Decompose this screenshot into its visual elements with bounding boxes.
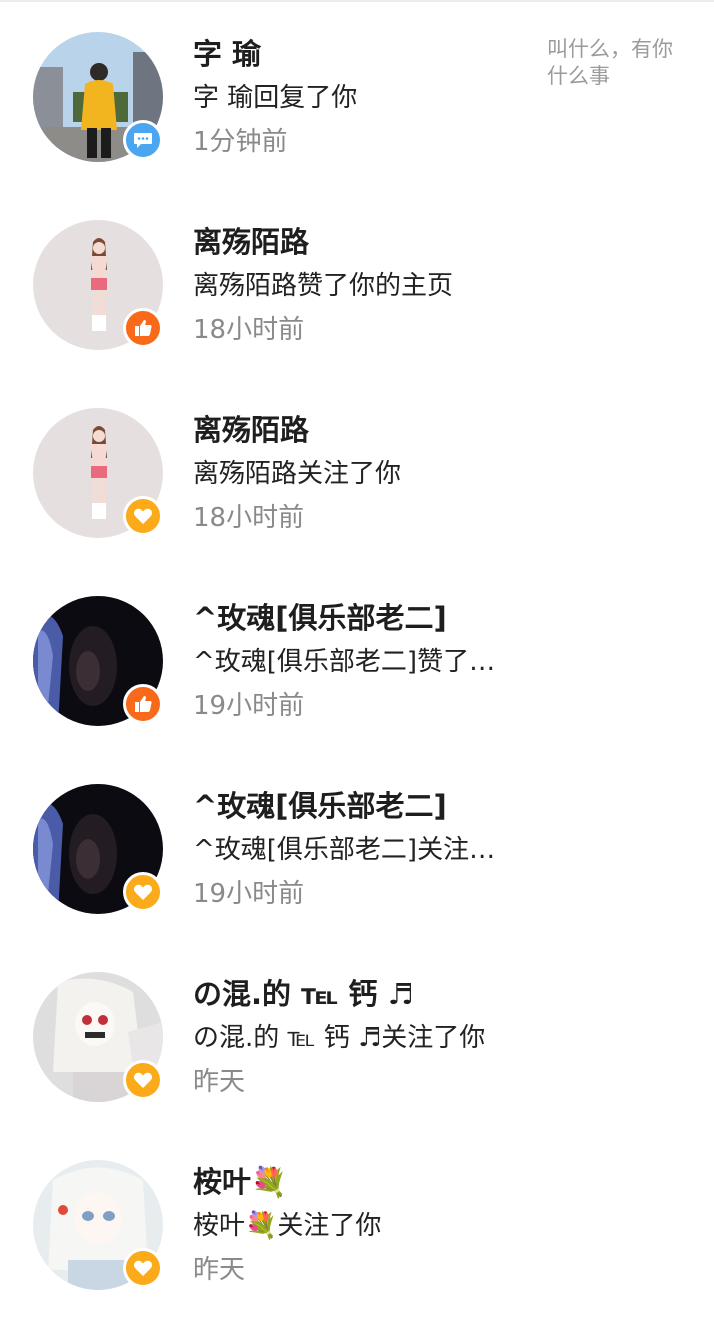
follow-badge (123, 872, 163, 912)
notification-item[interactable]: 字 瑜 字 瑜回复了你 1分钟前 叫什么，有你什么事 (0, 2, 714, 190)
user-name[interactable]: 离殇陌路 (193, 408, 401, 452)
like-badge (123, 308, 163, 348)
notification-item[interactable]: ^玫魂[俱乐部老二] ^玫魂[俱乐部老二]赞了… 19小时前 (0, 566, 714, 754)
notification-text: 桉叶💐关注了你 (193, 1211, 382, 1241)
user-name[interactable]: 桉叶💐 (193, 1160, 381, 1204)
notification-text: 离殇陌路赞了你的主页 (193, 271, 454, 301)
notification-item[interactable]: 离殇陌路 离殇陌路赞了你的主页 18小时前 (0, 190, 714, 378)
notification-list: 字 瑜 字 瑜回复了你 1分钟前 叫什么，有你什么事 离殇陌路 离殇陌路赞了你的… (0, 2, 714, 1318)
heart-icon (133, 1260, 153, 1276)
follow-badge (123, 1060, 163, 1100)
notification-item[interactable]: 离殇陌路 离殇陌路关注了你 18小时前 (0, 378, 714, 566)
quoted-comment[interactable]: 叫什么，有你什么事 (547, 36, 677, 90)
timestamp: 昨天 (193, 1067, 246, 1097)
thumbs-up-icon (135, 320, 152, 336)
avatar-container[interactable] (33, 596, 163, 726)
avatar-container[interactable] (33, 972, 163, 1102)
notification-text: 离殇陌路关注了你 (193, 459, 402, 489)
follow-badge (123, 1248, 163, 1288)
like-badge (123, 684, 163, 724)
notification-item[interactable]: ^玫魂[俱乐部老二] ^玫魂[俱乐部老二]关注… 19小时前 (0, 754, 714, 942)
timestamp: 18小时前 (193, 503, 305, 533)
timestamp: 18小时前 (193, 315, 305, 345)
notification-text: 字 瑜回复了你 (193, 83, 358, 113)
notification-item[interactable]: 桉叶💐 桉叶💐关注了你 昨天 (0, 1130, 714, 1318)
avatar-container[interactable] (33, 220, 163, 350)
heart-icon (133, 1072, 153, 1088)
user-name[interactable]: 字 瑜 (193, 32, 357, 76)
timestamp: 19小时前 (193, 691, 305, 721)
thumbs-up-icon (135, 696, 152, 712)
chat-bubble-icon (134, 133, 152, 148)
user-name[interactable]: ^玫魂[俱乐部老二] (193, 784, 495, 828)
avatar-container[interactable] (33, 784, 163, 914)
user-name[interactable]: の混.的 ℡ 钙 ♬ (193, 972, 485, 1016)
timestamp: 19小时前 (193, 879, 305, 909)
timestamp: 1分钟前 (193, 127, 288, 157)
notification-text: の混.的 ℡ 钙 ♬关注了你 (193, 1023, 486, 1053)
avatar-container[interactable] (33, 1160, 163, 1290)
avatar-container[interactable] (33, 408, 163, 538)
follow-badge (123, 496, 163, 536)
timestamp: 昨天 (193, 1255, 246, 1285)
notification-text: ^玫魂[俱乐部老二]赞了… (193, 647, 496, 677)
user-name[interactable]: 离殇陌路 (193, 220, 453, 264)
notification-text: ^玫魂[俱乐部老二]关注… (193, 835, 496, 865)
heart-icon (133, 884, 153, 900)
avatar-container[interactable] (33, 32, 163, 162)
notification-item[interactable]: の混.的 ℡ 钙 ♬ の混.的 ℡ 钙 ♬关注了你 昨天 (0, 942, 714, 1130)
user-name[interactable]: ^玫魂[俱乐部老二] (193, 596, 495, 640)
comment-badge (123, 120, 163, 160)
heart-icon (133, 508, 153, 524)
